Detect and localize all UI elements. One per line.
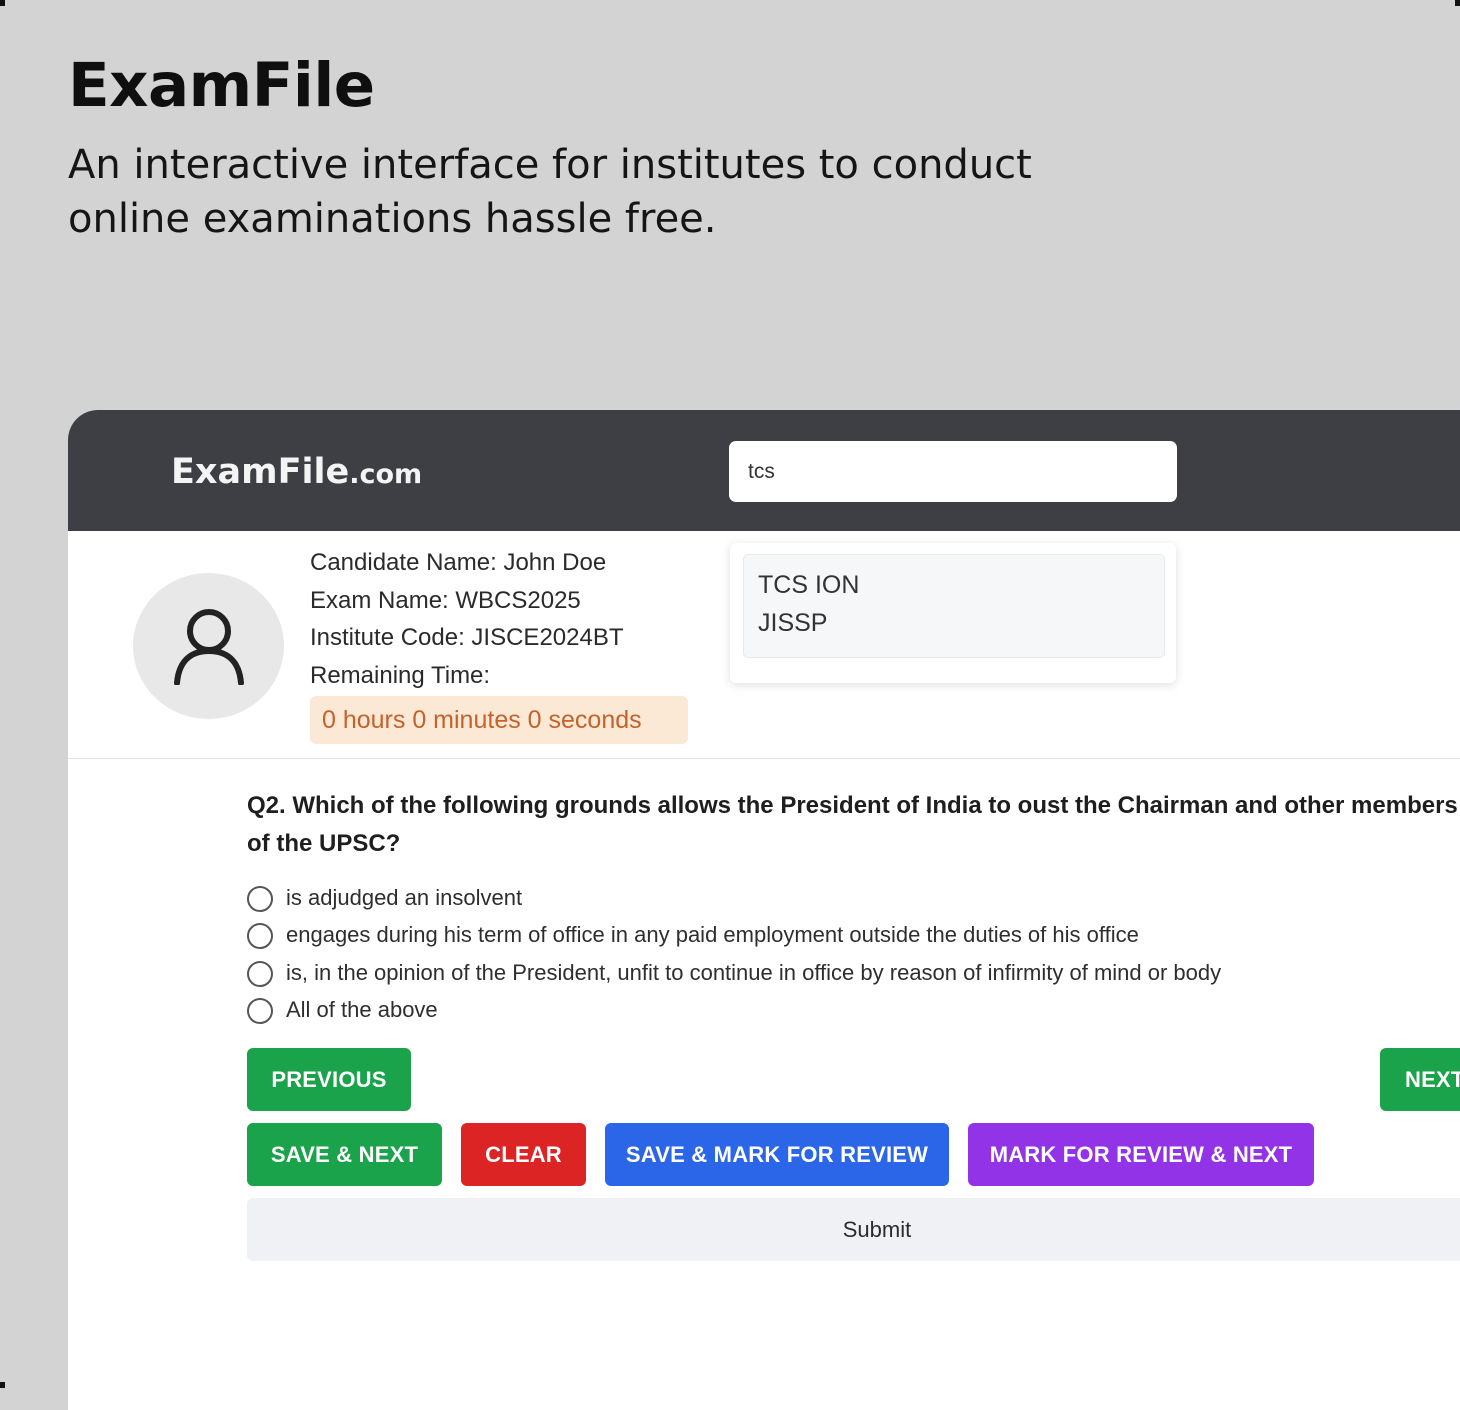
radio-button[interactable] [247, 961, 273, 987]
hero-title: ExamFile [68, 50, 375, 121]
mark-review-next-button[interactable]: MARK FOR REVIEW & NEXT [968, 1123, 1314, 1186]
suggestion-item-jissp[interactable]: JISSP [758, 609, 827, 638]
hero-subtitle: An interactive interface for institutes … [68, 142, 1032, 242]
brand-logo[interactable]: ExamFile.com [171, 452, 422, 492]
institute-code: Institute Code: JISCE2024BT [310, 624, 624, 651]
save-mark-review-button[interactable]: SAVE & MARK FOR REVIEW [605, 1123, 949, 1186]
countdown-timer: 0 hours 0 minutes 0 seconds [310, 696, 688, 744]
option-label: is, in the opinion of the President, unf… [286, 960, 1222, 985]
save-next-button[interactable]: SAVE & NEXT [247, 1123, 442, 1186]
option-label: All of the above [286, 997, 438, 1022]
suggestion-item-tcs-ion[interactable]: TCS ION [758, 571, 859, 600]
top-navbar: ExamFile.com [68, 410, 1460, 531]
corner-mark-bottom-left [0, 1382, 5, 1388]
remaining-time-label: Remaining Time: [310, 662, 491, 689]
clear-button[interactable]: CLEAR [461, 1123, 586, 1186]
option-label: is adjudged an insolvent [286, 885, 523, 910]
exam-name: Exam Name: WBCS2025 [310, 587, 581, 614]
next-button[interactable]: NEXT [1380, 1048, 1460, 1111]
section-divider [68, 758, 1460, 759]
search-suggestions-dropdown: TCS ION JISSP [730, 543, 1176, 683]
radio-button[interactable] [247, 998, 273, 1024]
corner-mark-top-right [1455, 0, 1460, 6]
search-input[interactable] [729, 441, 1177, 502]
question-text: Q2. Which of the following grounds allow… [247, 792, 1458, 857]
candidate-name: Candidate Name: John Doe [310, 549, 607, 576]
corner-mark-top-left [0, 0, 5, 6]
radio-button[interactable] [247, 923, 273, 949]
submit-button[interactable]: Submit [247, 1198, 1460, 1261]
user-icon [174, 609, 244, 685]
radio-button[interactable] [247, 886, 273, 912]
brand-name: ExamFile [171, 452, 350, 492]
option-label: engages during his term of office in any… [286, 922, 1139, 947]
app-screenshot-frame: ExamFile.com TCS ION JISSP Candidate Nam… [68, 410, 1460, 1410]
suggestions-list: TCS ION JISSP [743, 554, 1165, 658]
brand-tld: .com [349, 459, 423, 490]
avatar [133, 573, 284, 719]
previous-button[interactable]: PREVIOUS [247, 1048, 411, 1111]
